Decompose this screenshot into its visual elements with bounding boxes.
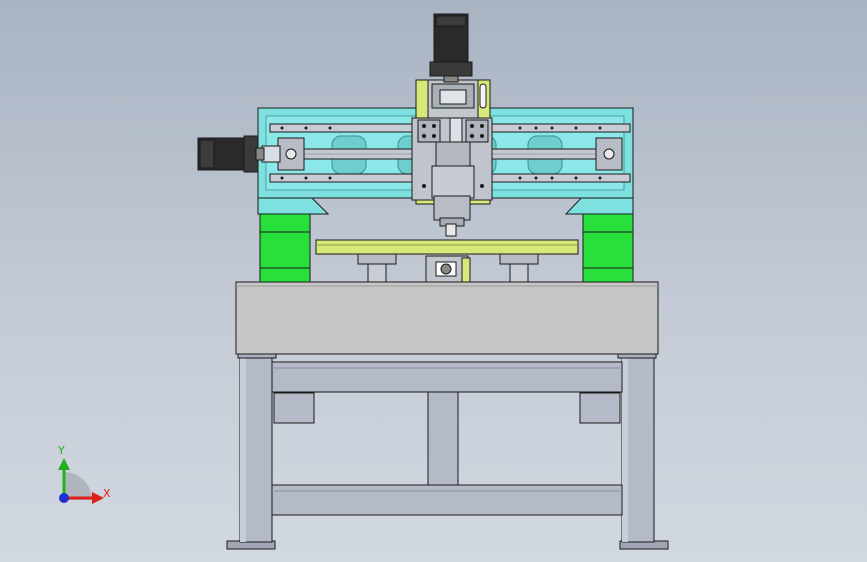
cnc-model-drawing: Y X [57,13,669,550]
work-table [315,239,579,283]
triad-y-label: Y [57,444,65,457]
side-block-left [259,211,311,283]
frame-upper-crossbar [271,361,623,393]
frame-bracket-right [579,392,621,424]
side-block-right [582,211,634,283]
frame-bracket-left [273,392,315,424]
machine-frame [226,349,669,550]
z-axis-motor [429,13,473,83]
frame-lower-crossbar [271,484,623,516]
cad-viewport[interactable]: Y X [0,0,867,562]
spindle [431,141,475,237]
x-axis-motor [197,135,265,173]
base-plate [235,281,659,355]
triad-x-label: X [103,487,111,500]
frame-center-post [427,391,459,487]
z-axis-dot [59,493,69,503]
coupler [261,145,281,163]
coordinate-triad: Y X [57,444,111,504]
